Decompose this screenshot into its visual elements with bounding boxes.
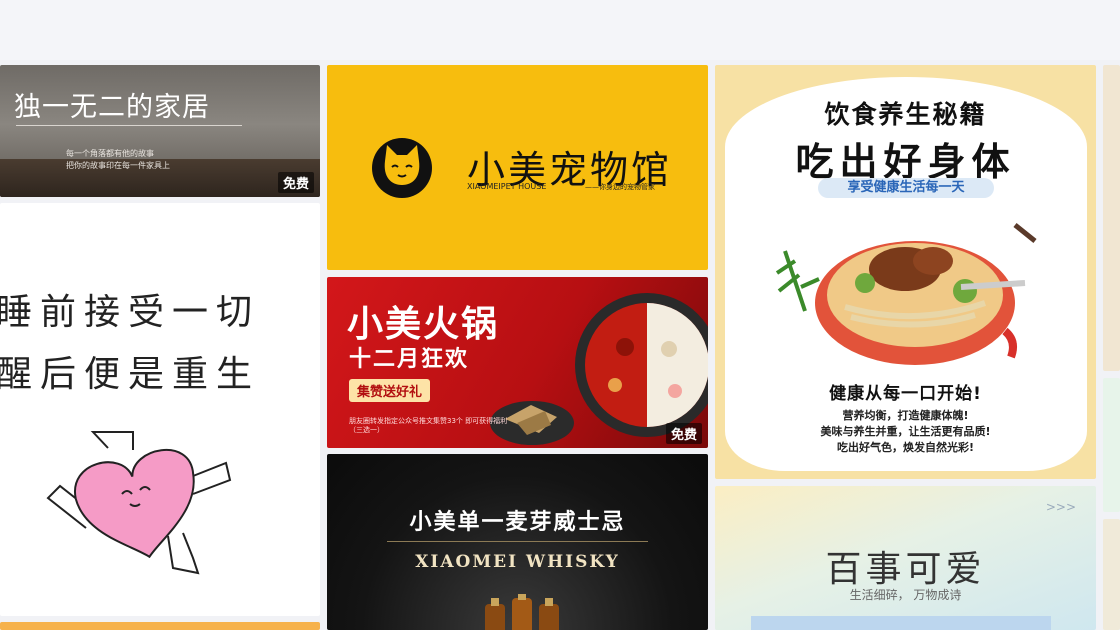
template-card-partial-1[interactable] (1103, 65, 1120, 371)
pet-store-tagline: ——你身边的宠物管家 (585, 183, 655, 191)
food-title-1: 饮食养生秘籍 (824, 100, 987, 129)
whisky-bottles-illustration (485, 594, 559, 630)
whisky-divider (387, 541, 648, 542)
template-card-home[interactable]: 独一无二的家居 每一个角落都有他的故事 把你的故事印在每一件家具上 免费 (0, 65, 320, 197)
quote-line-1: 睡前接受一切 (0, 292, 261, 333)
hotpot-badge: 集赞送好礼 (349, 379, 431, 402)
heart-character-illustration (46, 431, 232, 575)
arrows-decoration: >>> (1045, 500, 1076, 514)
template-card-healthy-food[interactable]: 饮食养生秘籍 吃出好身体 享受健康生活每一天 健康从每一口开始! 营养均衡，打造… (715, 65, 1096, 479)
quote-line-2: 醒后便是重生 (0, 354, 261, 395)
divider (16, 125, 242, 126)
food-tagline-pill: 享受健康生活每一天 (818, 178, 994, 198)
free-badge: 免费 (277, 172, 314, 193)
food-body-line-2: 美味与养生并重，让生活更有品质! (820, 425, 991, 438)
subtitle-line-1: 每一个角落都有他的故事 (66, 149, 154, 158)
template-card-cute[interactable]: >>> 百事可爱 生活细碎， 万物成诗 (715, 486, 1096, 630)
card-title: 独一无二的家居 (14, 92, 210, 123)
template-card-sleep-quote[interactable]: 睡前接受一切 醒后便是重生 (0, 203, 320, 616)
hotpot-subtitle: 十二月狂欢 (349, 347, 470, 372)
food-heading: 健康从每一口开始! (829, 384, 982, 404)
food-body-line-3: 吃出好气色，焕发自然光彩! (836, 441, 975, 454)
template-card-partial-2[interactable] (1103, 378, 1120, 512)
photo-strip (751, 616, 1051, 630)
food-body-line-1: 营养均衡，打造健康体魄! (842, 409, 969, 422)
cat-logo-icon (372, 138, 432, 198)
whisky-title: 小美单一麦芽威士忌 (409, 510, 626, 535)
template-card-whisky[interactable]: 小美单一麦芽威士忌 XIAOMEI WHISKY (327, 454, 708, 630)
hotpot-title: 小美火锅 (347, 304, 500, 345)
noodle-bowl-illustration (775, 223, 1037, 365)
cute-title: 百事可爱 (825, 549, 986, 590)
template-card-pet-store[interactable]: 小美宠物馆 XIAOMEIPET HOUSE ——你身边的宠物管家 (327, 65, 708, 270)
cute-subtitle: 生活细碎， 万物成诗 (849, 588, 962, 602)
template-card-partial-4[interactable] (0, 622, 320, 630)
free-badge: 免费 (665, 423, 702, 444)
pet-store-english: XIAOMEIPET HOUSE (467, 182, 547, 191)
subtitle-line-2: 把你的故事印在每一件家具上 (66, 161, 170, 170)
template-card-partial-3[interactable] (1103, 519, 1120, 630)
card-subtitle: 每一个角落都有他的故事 把你的故事印在每一件家具上 (66, 148, 170, 172)
top-bar (0, 0, 1120, 60)
hotpot-note: 朋友圈转发指定公众号推文集赞33个 即可获得福利（三选一） (349, 417, 508, 434)
template-card-hotpot[interactable]: 小美火锅 十二月狂欢 集赞送好礼 朋友圈转发指定公众号推文集赞33个 即可获得福… (327, 277, 708, 448)
whisky-english: XIAOMEI WHISKY (415, 552, 620, 572)
